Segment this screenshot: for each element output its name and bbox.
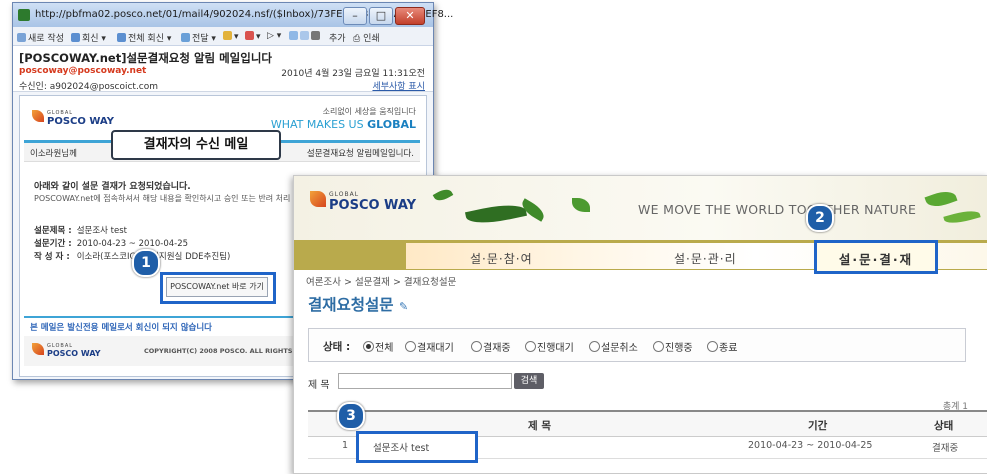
status-option-in-progress[interactable]: 진행중 (653, 339, 693, 354)
toolbar-flag[interactable]: ▾ (245, 31, 261, 42)
flag-icon (245, 31, 254, 40)
banner-slogan: WE MOVE THE WORLD TOGETHER NATURE (638, 202, 917, 217)
status-option-pending[interactable]: 진행대기 (525, 339, 574, 354)
mail-subject: [POSCOWAY.net]설문결재요청 알림 메일입니다 (19, 51, 273, 65)
row-period: 2010-04-23 ~ 2010-04-25 (748, 440, 873, 451)
step-badge-1: 1 (132, 249, 160, 277)
leaf-decoration-icon (924, 187, 958, 211)
reply-all-icon (117, 33, 126, 42)
leaf-decoration-icon (464, 199, 528, 229)
search-input[interactable] (338, 373, 512, 389)
row-title-link[interactable]: 설문조사 test (356, 431, 478, 463)
toolbar-next[interactable]: ▷ ▾ (267, 31, 281, 41)
toolbar-extra[interactable] (289, 31, 322, 42)
status-option-ended[interactable]: 종료 (707, 339, 737, 354)
no-reply-note: 본 메일은 발신전용 메일로서 회신이 되지 않습니다 (30, 323, 212, 333)
breadcrumb: 여론조사 > 설문결재 > 결재요청설문 (306, 277, 457, 288)
toolbar-forward[interactable]: 전달 ▾ (181, 31, 216, 44)
poscoway-web-page: GLOBAL POSCO WAY WE MOVE THE WORLD TOGETH… (293, 175, 987, 474)
close-button[interactable]: ✕ (395, 7, 425, 25)
status-label: 상태 : (323, 341, 351, 353)
status-option-all[interactable]: 전체 (363, 339, 393, 354)
mail-slogan: WHAT MAKES US GLOBAL (270, 118, 416, 131)
posco-leaf-icon (310, 191, 326, 207)
print-icon: ⎙ (353, 34, 364, 44)
search-button[interactable]: 검색 (514, 373, 544, 389)
mail-to: 수신인: a902024@poscoict.com (19, 82, 159, 92)
toolbar-reply[interactable]: 회신 ▾ (71, 31, 106, 44)
posco-leaf-icon (32, 110, 44, 122)
status-option-waiting[interactable]: 결재대기 (405, 339, 454, 354)
row-no: 1 (342, 440, 349, 451)
mail-date: 2010년 4월 23일 금요일 11:31오전 (281, 69, 425, 79)
radio-icon (525, 341, 536, 352)
toolbar-add[interactable]: 추가 (329, 31, 346, 44)
trash-icon (311, 31, 320, 40)
col-period: 기간 (808, 420, 828, 432)
edit-icon (300, 31, 309, 40)
row-status: 결재중 (932, 443, 959, 454)
status-option-in-approval[interactable]: 결재중 (471, 339, 511, 354)
radio-icon (707, 341, 718, 352)
radio-icon (589, 341, 600, 352)
mail-from[interactable]: poscoway@poscoway.net (19, 66, 146, 76)
menu-survey-approval[interactable]: 설·문·결·재 (814, 240, 938, 274)
mail-header: [POSCOWAY.net]설문결재요청 알림 메일입니다 poscoway@p… (13, 46, 433, 92)
menu-survey-approval-label: 설·문·결·재 (838, 252, 914, 267)
leaf-decoration-icon (572, 198, 590, 212)
mail-slogan-sub: 소리없이 세상을 움직입니다 (322, 107, 416, 116)
leaf-decoration-icon (432, 186, 454, 204)
radio-icon (471, 341, 482, 352)
menu-survey-participate[interactable]: 설·문·참·여 (470, 250, 533, 267)
reply-icon (71, 33, 80, 42)
maximize-button[interactable]: □ (369, 7, 393, 25)
status-option-cancelled[interactable]: 설문취소 (589, 339, 638, 354)
minimize-button[interactable]: – (343, 7, 367, 25)
footer-logo: GLOBAL POSCO WAY (32, 343, 101, 358)
forward-icon (181, 33, 190, 42)
show-details-link[interactable]: 세부사항 표시 (372, 79, 425, 92)
leaf-decoration-icon (943, 207, 981, 227)
mail-message: 아래와 같이 설문 결재가 요청되었습니다. (34, 182, 191, 192)
posco-way-logo[interactable]: GLOBAL POSCO WAY (310, 191, 416, 213)
new-mail-icon (17, 33, 26, 42)
page-title: 결재요청설문 ✎ (308, 296, 409, 314)
toolbar-reply-all[interactable]: 전체 회신 ▾ (117, 31, 171, 44)
mail-message-sub: POSCOWAY.net에 접속하셔서 해당 내용을 확인하시고 승인 또는 반… (34, 194, 291, 203)
radio-checked-icon (363, 341, 374, 352)
step-badge-2: 2 (806, 204, 834, 232)
banner: GLOBAL POSCO WAY WE MOVE THE WORLD TOGETH… (294, 176, 987, 240)
step-badge-3: 3 (337, 402, 365, 430)
toolbar-folder[interactable]: ▾ (223, 31, 239, 42)
recipient-greeting: 이소라원님께 (30, 149, 77, 159)
mail-titlebar[interactable]: http://pbfma02.posco.net/01/mail4/902024… (13, 3, 453, 27)
mail-toolbar: 새로 작성 회신 ▾ 전체 회신 ▾ 전달 ▾ ▾ ▾ ▷ ▾ 추가 ⎙ 인쇄 (13, 27, 433, 46)
menu-survey-manage[interactable]: 설·문·관·리 (674, 250, 737, 267)
radio-icon (653, 341, 664, 352)
field-survey-period: 설문기간 : 2010-04-23 ~ 2010-04-25 (34, 239, 189, 249)
posco-leaf-icon (32, 343, 44, 355)
posco-way-logo: GLOBAL POSCO WAY (32, 110, 114, 127)
toolbar-print[interactable]: ⎙ 인쇄 (353, 31, 380, 44)
radio-icon (405, 341, 416, 352)
callout-recipient-mail: 결재자의 수신 메일 (111, 130, 281, 160)
search-label: 제 목 (308, 380, 330, 391)
row-title: 설문조사 test (373, 443, 430, 454)
status-filter: 상태 : 전체 결재대기 결재중 진행대기 설문취소 진행중 종료 (308, 328, 966, 362)
col-title: 제 목 (528, 420, 551, 432)
browser-icon (18, 9, 30, 21)
toolbar-new[interactable]: 새로 작성 (17, 31, 64, 44)
folder-icon (223, 31, 232, 40)
mail-purpose: 설문결재요청 알림메일입니다. (306, 149, 414, 159)
field-survey-title: 설문제목 : 설문조사 test (34, 226, 128, 236)
posco-way-go-button[interactable]: POSCOWAY.net 바로 가기 (166, 277, 268, 297)
col-status: 상태 (934, 420, 954, 432)
calendar-icon (289, 31, 298, 40)
pencil-icon: ✎ (398, 300, 409, 313)
